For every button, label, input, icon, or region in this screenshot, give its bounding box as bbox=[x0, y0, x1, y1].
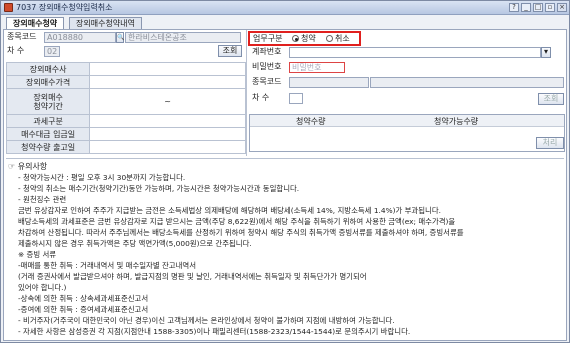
grid-header: 청약수량 청약가능수량 bbox=[250, 115, 564, 127]
note-line: - 자세한 사항은 삼성증권 각 지점(지점안내 1588-3305)이나 패밀… bbox=[18, 327, 411, 336]
row-value bbox=[89, 127, 246, 141]
stock-code-field[interactable]: A018880 bbox=[44, 32, 116, 43]
password-field[interactable]: 비밀번호 bbox=[289, 62, 345, 73]
radio-cancel-label: 취소 bbox=[335, 34, 350, 43]
grid-header-qty: 청약수량 bbox=[296, 117, 326, 126]
radio-on-icon bbox=[292, 35, 299, 42]
round-label: 차 수 bbox=[7, 46, 25, 55]
right-round-field[interactable] bbox=[289, 93, 303, 104]
right-round-label: 차 수 bbox=[252, 93, 270, 102]
panel-divider bbox=[246, 30, 247, 156]
round-field[interactable]: 02 bbox=[44, 46, 60, 57]
close-icon[interactable]: × bbox=[557, 3, 567, 12]
notes-panel: ☞ 유의사항 - 청약가능시간 : 평일 오후 3시 30분까지 가능합니다. … bbox=[6, 158, 564, 340]
table-row: 장외매수사 bbox=[5, 62, 246, 76]
note-line: -증여에 의한 취득 : 증여세과세표준신고서 bbox=[18, 305, 149, 314]
grid-header-available-qty: 청약가능수량 bbox=[434, 117, 479, 126]
note-line: (거래 증권사에서 발급받으셔야 하며, 발급지점의 명판 및 날인, 거래내역… bbox=[18, 272, 367, 281]
notes-icon: ☞ bbox=[8, 162, 16, 171]
note-line: 배당소득세의 과세표준은 금번 유상감자로 지급 받으시는 금액(주당 8,62… bbox=[18, 217, 456, 226]
left-query-button[interactable]: 조회 bbox=[218, 45, 242, 57]
right-query-button[interactable]: 조회 bbox=[538, 93, 564, 105]
password-label: 비밀번호 bbox=[252, 62, 282, 71]
row-label: 청약수량 출고일 bbox=[5, 140, 91, 154]
maximize-icon[interactable]: □ bbox=[533, 3, 543, 12]
password-placeholder: 비밀번호 bbox=[292, 63, 322, 72]
radio-subscribe[interactable]: 청약 bbox=[292, 33, 316, 44]
note-line: -매매를 통한 취득 : 거래내역서 및 매수일자별 잔고내역서 bbox=[18, 261, 196, 270]
note-line: 있어야 합니다.) bbox=[18, 283, 67, 292]
subscription-grid: 청약수량 청약가능수량 bbox=[249, 114, 565, 152]
notes-heading-text: 유의사항 bbox=[17, 162, 48, 171]
row-label: 장외매수사 bbox=[5, 62, 91, 76]
row-value bbox=[89, 140, 246, 154]
radio-off-icon bbox=[326, 35, 333, 42]
window-title: 7037 장외매수청약입력취소 bbox=[16, 3, 113, 12]
tab-subscription[interactable]: 장외매수청약 bbox=[6, 17, 65, 29]
table-row: 청약수량 출고일 bbox=[5, 140, 246, 154]
note-line: -상속에 의한 취득 : 상속세과세표준신고서 bbox=[18, 294, 149, 303]
stock-name-field: 한라비스테온공조 bbox=[125, 32, 241, 43]
row-value bbox=[89, 62, 246, 76]
note-line: ※ 증빙 서류 bbox=[18, 250, 57, 259]
title-bar: 7037 장외매수청약입력취소 ? _ □ ▫ × bbox=[1, 1, 569, 15]
row-label: 매수대금 입금일 bbox=[5, 127, 91, 141]
right-stock-name-field bbox=[370, 77, 564, 88]
row-label: 장외매수 청약기간 bbox=[5, 88, 91, 115]
restore-icon[interactable]: ▫ bbox=[545, 3, 555, 12]
stock-code-label: 종목코드 bbox=[7, 32, 37, 41]
note-line: - 원천징수 관련 bbox=[18, 195, 67, 204]
content-panel: 종목코드 A018880 🔍 한라비스테온공조 차 수 02 조회 장외매수사 … bbox=[3, 29, 567, 341]
note-line: - 비거주자(거주국이 대한민국이 아닌 경우)이신 고객님께서는 온라인상에서… bbox=[18, 316, 395, 325]
info-table: 장외매수사 장외매수가격 장외매수 청약기간 ~ 과세구분 매수대금 입금일 청약… bbox=[5, 62, 246, 154]
work-type-label: 업무구분 bbox=[253, 34, 283, 43]
row-value bbox=[89, 75, 246, 89]
note-line: - 청약가능시간 : 평일 오후 3시 30분까지 가능합니다. bbox=[18, 173, 186, 182]
table-row: 과세구분 bbox=[5, 114, 246, 128]
note-line: 차감하여 산정됩니다. 따라서 주주님께서는 배당소득세를 산정하기 위하여 청… bbox=[18, 228, 464, 237]
notes-heading: ☞ 유의사항 bbox=[8, 161, 47, 172]
stock-search-icon[interactable]: 🔍 bbox=[116, 32, 124, 43]
table-row: 장외매수가격 bbox=[5, 75, 246, 89]
minimize-icon[interactable]: _ bbox=[521, 3, 531, 12]
note-line: 제출하시지 않은 경우 취득가액은 주당 액면가액(5,000원)으로 간주됩니… bbox=[18, 239, 252, 248]
row-value bbox=[89, 114, 246, 128]
chevron-down-icon[interactable]: ▾ bbox=[541, 47, 551, 58]
row-value: ~ bbox=[89, 88, 246, 115]
row-label: 과세구분 bbox=[5, 114, 91, 128]
account-label: 계좌번호 bbox=[252, 47, 282, 56]
radio-subscribe-label: 청약 bbox=[301, 34, 316, 43]
table-row: 매수대금 입금일 bbox=[5, 127, 246, 141]
note-line: 금번 유상감자로 인하여 주주가 지급받는 금전은 소득세법상 의제배당에 해당… bbox=[18, 206, 441, 215]
process-button[interactable]: 처리 bbox=[536, 137, 564, 149]
main-window: 7037 장외매수청약입력취소 ? _ □ ▫ × 장외매수청약 장외매수청약내… bbox=[0, 0, 570, 343]
help-icon[interactable]: ? bbox=[509, 3, 519, 12]
note-line: - 청약의 취소는 매수기간(청약기간)동안 가능하며, 가능시간은 청약가능시… bbox=[18, 184, 300, 193]
work-type-group: 업무구분 청약 취소 bbox=[248, 31, 361, 46]
radio-cancel[interactable]: 취소 bbox=[326, 33, 350, 44]
app-icon bbox=[4, 3, 13, 12]
tab-subscription-history[interactable]: 장외매수청약내역 bbox=[69, 17, 142, 29]
right-stock-code-label: 종목코드 bbox=[252, 77, 282, 86]
account-field[interactable] bbox=[289, 47, 541, 58]
table-row: 장외매수 청약기간 ~ bbox=[5, 88, 246, 115]
row-label: 장외매수가격 bbox=[5, 75, 91, 89]
right-stock-code-field bbox=[289, 77, 369, 88]
